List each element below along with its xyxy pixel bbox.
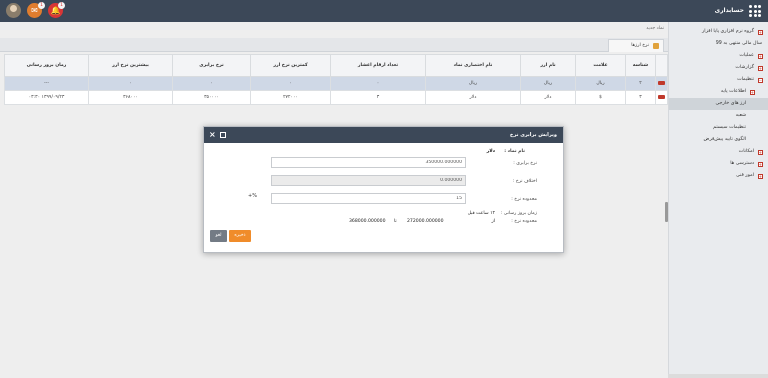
top-bar: حسابداری ✉ 1 🔔 1	[0, 0, 768, 22]
currency-name-label: نام نماد :	[504, 149, 525, 154]
sidebar-item-operations[interactable]: + عملیات	[669, 50, 768, 62]
expand-icon[interactable]: +	[758, 53, 763, 59]
column-header-actions	[655, 54, 668, 77]
cell-short-name: ریال	[425, 76, 521, 91]
cell-id: ۳	[625, 90, 656, 105]
cell-min-rate: ۰	[250, 76, 331, 91]
table-row[interactable]: ۳ $ دلار دلار ۳ ۲۷۲۰۰۰ ۳۵۰۰۰۰ ۳۶۸۰۰۰ ۱۳۹…	[4, 90, 668, 105]
cell-updated: ۱۳۹۹/۰۹/۲۳ ۰۳:۳۰	[4, 90, 89, 105]
column-header-symbol[interactable]: علامت	[575, 54, 626, 77]
sidebar-item-features[interactable]: + امکانات	[669, 146, 768, 158]
range-from-value: 272000.000000	[407, 219, 444, 224]
sidebar-item-settings[interactable]: − تنظیمات	[669, 74, 768, 86]
sidebar-item-reports[interactable]: + گزارشات	[669, 62, 768, 74]
apps-grid-icon[interactable]	[749, 5, 761, 17]
rate-diff-label: اختلاف نرخ :	[512, 179, 537, 184]
currency-table: شناسه علامت نام ارز نام اختصاری نماد تعد…	[4, 54, 668, 105]
expand-icon[interactable]: +	[758, 65, 763, 71]
cell-max-rate: ۳۶۸۰۰۰	[88, 90, 173, 105]
sidebar-item-default-approval[interactable]: الگوی تایید پیش‌فرض	[669, 134, 768, 146]
tab-currency-rates[interactable]: نرخ ارزها	[608, 39, 664, 52]
sidebar-scrollbar[interactable]	[668, 374, 768, 378]
cell-updated: ---	[4, 76, 89, 91]
rate-range-input[interactable]	[271, 193, 466, 204]
maximize-icon[interactable]	[220, 132, 226, 138]
cell-max-rate: ۰	[88, 76, 173, 91]
cell-rate: ۰	[172, 76, 251, 91]
sidebar-item-technical[interactable]: + امور فنی	[669, 170, 768, 182]
notification-badge: 1	[58, 2, 65, 9]
column-header-name[interactable]: نام ارز	[520, 54, 576, 77]
close-icon[interactable]: ×	[209, 130, 216, 139]
cell-name: ریال	[520, 76, 576, 91]
cell-min-rate: ۲۷۲۰۰۰	[250, 90, 331, 105]
update-time-label: زمان بروز رسانی :	[500, 211, 537, 216]
cell-decimals: ۳	[330, 90, 426, 105]
currency-name-value: دلار	[486, 149, 495, 154]
update-time-value: ۱۲ ساعت قبل	[467, 211, 495, 216]
expand-icon[interactable]: +	[758, 173, 763, 179]
expand-icon[interactable]: +	[758, 149, 763, 155]
cell-short-name: دلار	[425, 90, 521, 105]
rate-diff-input	[271, 175, 466, 186]
app-title: حسابداری	[714, 7, 744, 14]
column-header-rate[interactable]: نرخ برابری	[172, 54, 251, 77]
column-header-max-rate[interactable]: بیشترین نرخ ارز	[88, 54, 173, 77]
notification-badge: 1	[38, 2, 45, 9]
sidebar-item-fiscal-year[interactable]: سال مالی منتهی به 99	[669, 38, 768, 50]
cancel-button[interactable]: لغو	[210, 230, 227, 242]
column-header-updated[interactable]: زمان بروز رسانی	[4, 54, 89, 77]
range-to-label: تا	[394, 219, 397, 224]
expand-icon[interactable]: +	[750, 89, 755, 95]
edit-rate-dialog: ویرایش برابری نرخ × نام نماد : دلار نرخ …	[203, 126, 564, 253]
range-to-value: 368000.000000	[349, 219, 386, 224]
rate-input[interactable]	[271, 157, 466, 168]
expand-icon[interactable]: +	[758, 29, 763, 35]
breadcrumb[interactable]: نماد جدید	[646, 26, 664, 31]
edit-row-icon[interactable]	[658, 80, 665, 85]
user-avatar[interactable]	[6, 3, 21, 18]
sidebar: + گروه نرم افزاری پایا افزار سال مالی منت…	[668, 22, 768, 378]
dialog-title: ویرایش برابری نرخ	[509, 132, 557, 138]
currency-icon	[653, 43, 659, 49]
rate-range-label: محدوده نرخ :	[511, 197, 537, 202]
dialog-header: ویرایش برابری نرخ ×	[204, 127, 563, 143]
plus-minus-percent: +%	[248, 193, 257, 199]
tab-bar: نرخ ارزها	[0, 38, 668, 52]
scrollbar-thumb[interactable]	[665, 202, 668, 222]
cell-name: دلار	[520, 90, 576, 105]
column-header-id[interactable]: شناسه	[625, 54, 656, 77]
cell-rate: ۳۵۰۰۰۰	[172, 90, 251, 105]
rate-label: نرخ برابری :	[513, 161, 537, 166]
save-button[interactable]: ذخیره	[229, 230, 251, 242]
column-header-short-name[interactable]: نام اختصاری نماد	[425, 54, 521, 77]
collapse-icon[interactable]: −	[758, 77, 763, 83]
column-header-min-rate[interactable]: کمترین نرخ ارز	[250, 54, 331, 77]
sidebar-item-branch[interactable]: شعبه	[669, 110, 768, 122]
edit-row-icon[interactable]	[658, 94, 665, 99]
rate-range-summary-label: محدوده نرخ :	[511, 219, 537, 224]
table-row[interactable]: ۲ ریال ریال ریال ۰ ۰ ۰ ۰ ---	[4, 76, 668, 91]
sidebar-item-base-info[interactable]: + اطلاعات پایه	[669, 86, 768, 98]
sidebar-item-foreign-currencies[interactable]: ارز های خارجی	[669, 98, 768, 110]
cell-id: ۲	[625, 76, 656, 91]
sidebar-item-system-settings[interactable]: تنظیمات سیستم	[669, 122, 768, 134]
cell-symbol: ریال	[575, 76, 626, 91]
cell-decimals: ۰	[330, 76, 426, 91]
sidebar-item-company[interactable]: + گروه نرم افزاری پایا افزار	[669, 26, 768, 38]
column-header-decimals[interactable]: تعداد ارقام اعشار	[330, 54, 426, 77]
range-from-label: از	[491, 219, 496, 224]
sidebar-item-access[interactable]: + دسترسی ها	[669, 158, 768, 170]
cell-symbol: $	[575, 90, 626, 105]
expand-icon[interactable]: +	[758, 161, 763, 167]
